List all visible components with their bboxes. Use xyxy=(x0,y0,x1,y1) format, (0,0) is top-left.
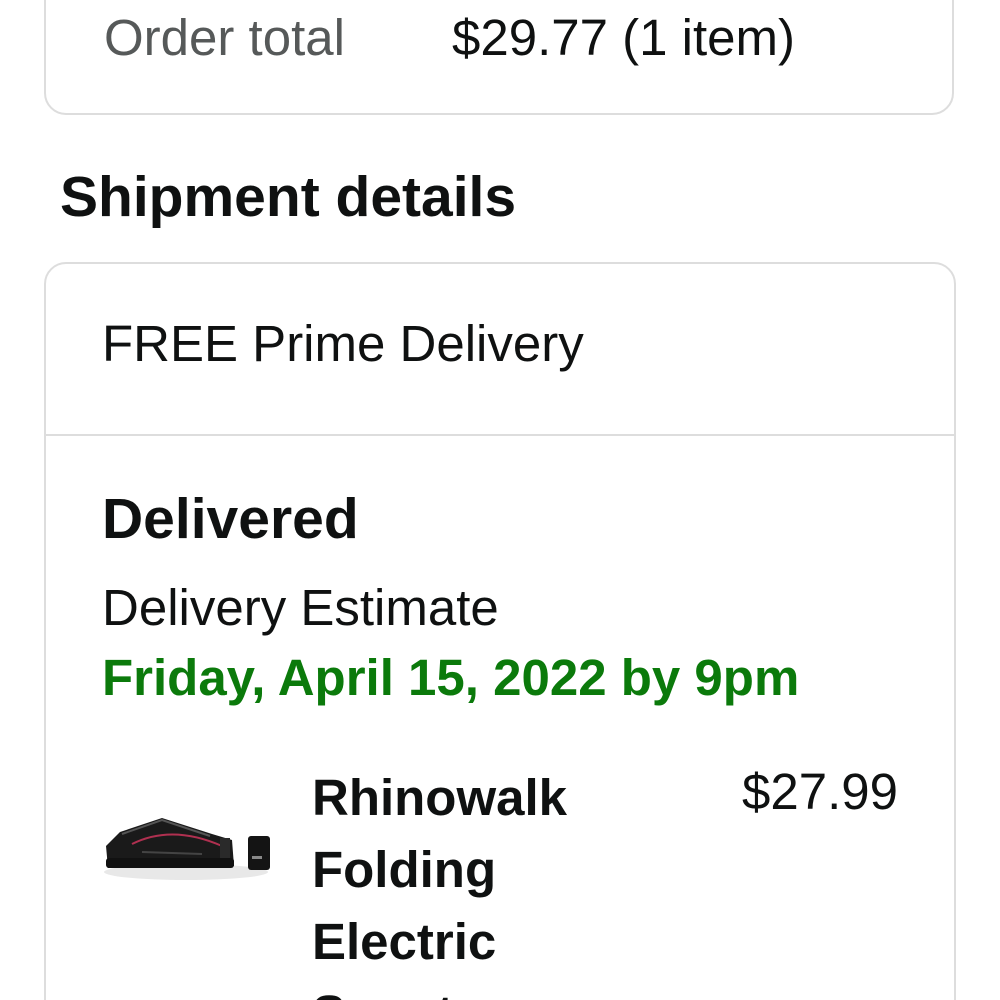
shipment-card: FREE Prime Delivery Delivered Delivery E… xyxy=(44,262,956,1000)
divider xyxy=(46,434,954,436)
order-details-page: Order total $29.77 (1 item) Shipment det… xyxy=(0,0,1000,1000)
product-price: $27.99 xyxy=(742,763,898,820)
delivery-estimate-label: Delivery Estimate xyxy=(102,579,499,636)
order-total-value: $29.77 (1 item) xyxy=(452,9,796,66)
shipment-details-heading: Shipment details xyxy=(60,165,517,229)
order-summary-card: Order total $29.77 (1 item) xyxy=(44,0,954,115)
delivery-estimate-date: Friday, April 15, 2022 by 9pm xyxy=(102,649,800,706)
order-total-label: Order total xyxy=(104,9,345,66)
delivery-type-label: FREE Prime Delivery xyxy=(102,315,584,372)
order-total-row: Order total $29.77 (1 item) xyxy=(104,8,795,67)
product-title-link[interactable]: Rhinowalk Folding Electric Scooter xyxy=(312,762,612,1000)
delivery-status: Delivered xyxy=(102,487,359,551)
scooter-bag-icon xyxy=(104,818,270,880)
product-image[interactable] xyxy=(102,774,274,894)
